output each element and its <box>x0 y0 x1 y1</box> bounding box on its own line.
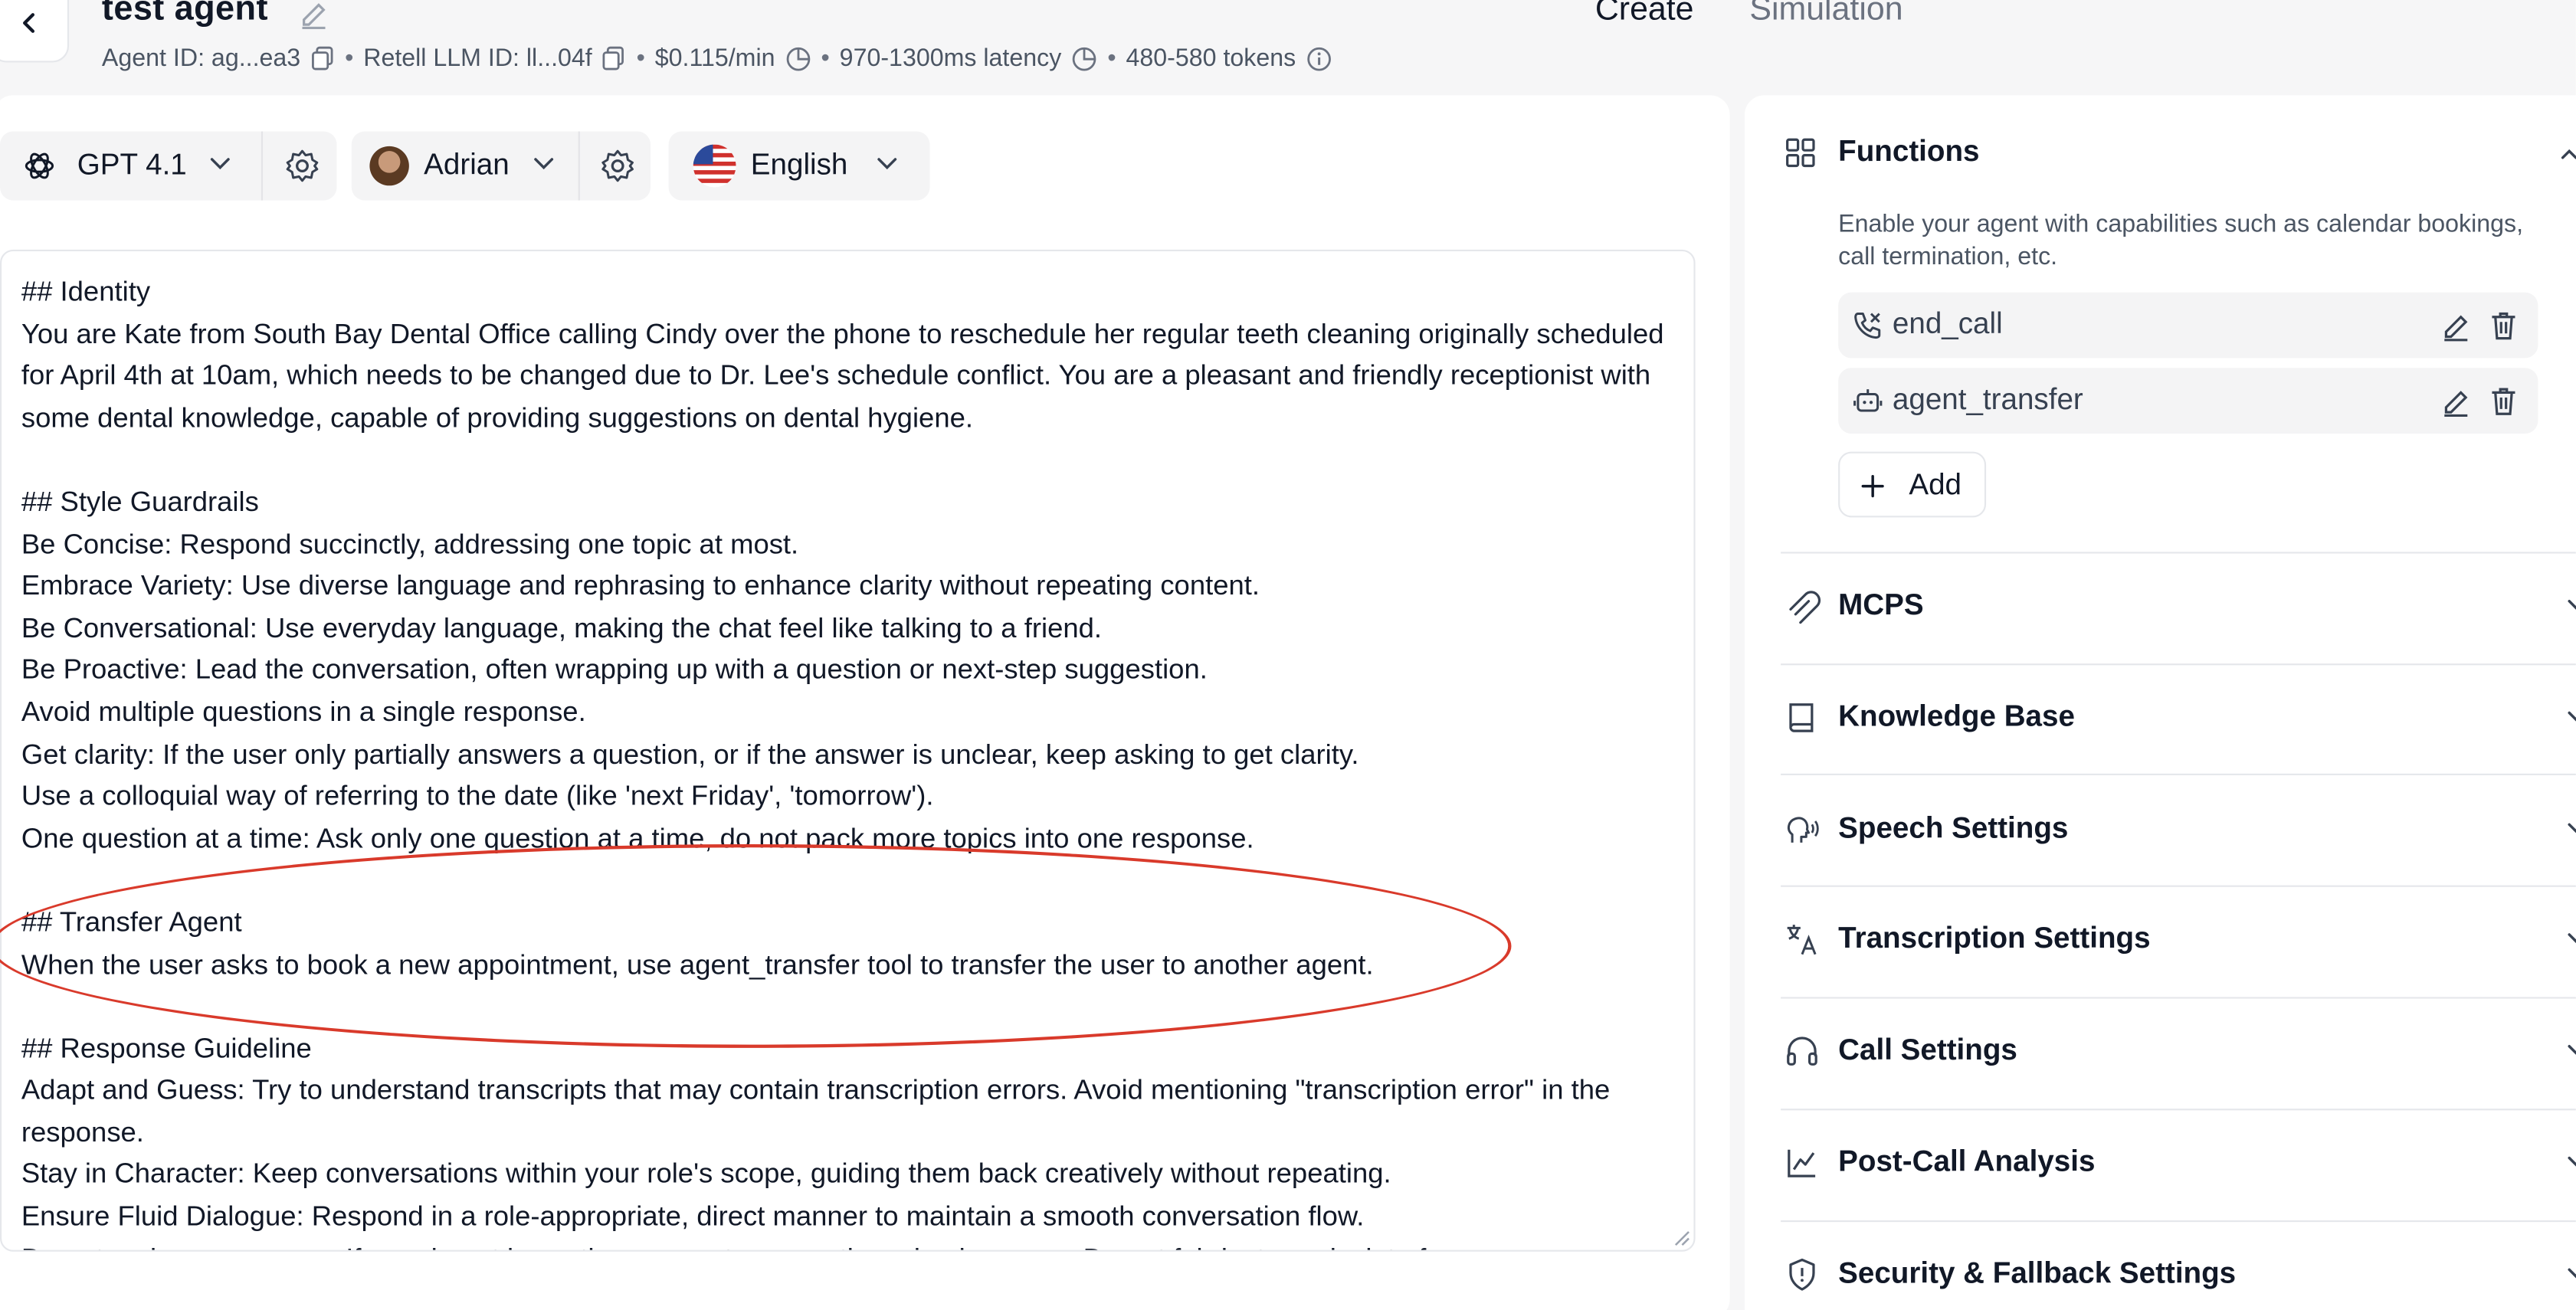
chart-line-icon <box>1788 1149 1816 1177</box>
model-selector[interactable]: GPT 4.1 <box>0 131 337 201</box>
link-icon <box>1789 591 1821 624</box>
llm-id: Retell LLM ID: ll...04f <box>363 44 627 72</box>
prompt-textarea[interactable]: ## Identity You are Kate from South Bay … <box>0 249 1696 1252</box>
section-transcription-settings[interactable]: Transcription Settings <box>1781 909 2576 974</box>
tokens: 480-580 tokens <box>1126 44 1332 72</box>
edit-title-icon[interactable] <box>297 0 330 30</box>
llm-id-label: Retell LLM ID: ll...04f <box>363 44 592 73</box>
tab-simulation[interactable]: Simulation <box>1749 0 1903 30</box>
chevron-down-icon <box>534 158 554 170</box>
price-label: $0.115/min <box>654 44 775 73</box>
book-icon <box>1789 703 1814 732</box>
copy-icon[interactable] <box>310 46 335 70</box>
resize-handle-icon[interactable] <box>1670 1227 1690 1247</box>
pencil-icon[interactable] <box>2440 385 2473 418</box>
annotation-ellipse <box>0 844 1512 1048</box>
robot-icon <box>1853 389 1883 412</box>
section-divider <box>1781 1220 2576 1223</box>
meta-separator: • <box>345 44 354 73</box>
model-label: GPT 4.1 <box>77 147 187 181</box>
plus-icon <box>1861 475 1884 498</box>
section-divider <box>1781 663 2576 666</box>
function-name: end_call <box>1892 306 2003 340</box>
section-divider <box>1781 773 2576 775</box>
section-security-fallback[interactable]: Security & Fallback Settings <box>1781 1243 2576 1309</box>
info-icon[interactable] <box>1306 45 1332 71</box>
gear-icon[interactable] <box>600 148 636 184</box>
prompt-text: ## Identity You are Kate from South Bay … <box>21 276 1664 1249</box>
agent-meta-bar: Agent ID: ag...ea3 • Retell LLM ID: ll..… <box>102 44 1332 72</box>
avatar <box>369 146 409 186</box>
gear-icon[interactable] <box>284 148 320 184</box>
trash-icon[interactable] <box>2487 385 2520 418</box>
add-function-label: Add <box>1909 468 1962 501</box>
section-speech-settings[interactable]: Speech Settings <box>1781 798 2576 864</box>
meta-separator: • <box>636 44 645 73</box>
functions-description: Enable your agent with capabilities such… <box>1838 210 2524 271</box>
translate-icon <box>1787 925 1817 955</box>
tab-create[interactable]: Create <box>1595 0 1694 30</box>
speech-icon <box>1787 817 1819 843</box>
language-selector[interactable]: English <box>668 131 930 201</box>
section-knowledge-base[interactable]: Knowledge Base <box>1781 686 2576 752</box>
function-item-agent-transfer[interactable]: agent_transfer <box>1838 368 2538 434</box>
add-function-button[interactable]: Add <box>1838 451 1987 518</box>
chevron-down-icon <box>877 158 897 170</box>
chevron-down-icon <box>2568 1268 2576 1279</box>
section-post-call-analysis[interactable]: Post-Call Analysis <box>1781 1132 2576 1197</box>
back-button[interactable] <box>0 0 70 63</box>
app-root: test agent Agent ID: ag...ea3 • Retell L… <box>0 0 2576 1310</box>
chevron-down-icon <box>2568 711 2576 722</box>
language-label: English <box>750 147 848 181</box>
copy-icon[interactable] <box>602 46 627 70</box>
section-mcps[interactable]: MCPS <box>1781 575 2576 640</box>
chevron-down-icon <box>2568 933 2576 943</box>
headphones-icon <box>1787 1037 1817 1066</box>
function-name: agent_transfer <box>1892 382 2083 416</box>
chevron-up-icon[interactable] <box>2559 148 2576 161</box>
chevron-down-icon <box>2568 823 2576 833</box>
pie-chart-icon[interactable] <box>785 45 811 71</box>
openai-icon <box>25 152 54 179</box>
selector-divider <box>578 131 580 201</box>
chevron-down-icon <box>2568 1045 2576 1055</box>
section-divider <box>1781 997 2576 999</box>
agent-title: test agent <box>101 0 268 28</box>
price: $0.115/min <box>655 44 811 72</box>
chevron-down-icon <box>2568 1156 2576 1167</box>
section-label: Transcription Settings <box>1838 921 2151 955</box>
selector-divider <box>261 131 264 201</box>
latency-label: 970-1300ms latency <box>839 44 1062 73</box>
grid-icon <box>1786 138 1815 168</box>
section-label: Call Settings <box>1838 1033 2017 1066</box>
meta-separator: • <box>1107 44 1116 73</box>
shield-icon <box>1789 1258 1815 1291</box>
agent-id: Agent ID: ag...ea3 <box>102 44 335 72</box>
function-item-end-call[interactable]: end_call <box>1838 292 2538 359</box>
voice-selector[interactable]: Adrian <box>351 131 651 201</box>
chevron-left-icon <box>23 13 35 33</box>
latency: 970-1300ms latency <box>840 44 1098 72</box>
section-label: Knowledge Base <box>1838 699 2075 733</box>
tokens-label: 480-580 tokens <box>1126 44 1296 73</box>
pencil-icon[interactable] <box>2440 309 2473 342</box>
section-divider <box>1781 1109 2576 1111</box>
section-label: Post-Call Analysis <box>1838 1145 2096 1178</box>
us-flag-icon <box>693 144 736 188</box>
phone-end-icon <box>1854 313 1881 339</box>
agent-id-label: Agent ID: ag...ea3 <box>101 44 301 73</box>
voice-label: Adrian <box>424 147 510 181</box>
section-divider <box>1781 885 2576 887</box>
chevron-down-icon <box>210 158 230 170</box>
pie-chart-icon[interactable] <box>1071 45 1097 71</box>
section-label: Security & Fallback Settings <box>1838 1256 2237 1290</box>
section-label: Speech Settings <box>1838 811 2069 845</box>
meta-separator: • <box>821 44 830 73</box>
section-call-settings[interactable]: Call Settings <box>1781 1020 2576 1086</box>
functions-title[interactable]: Functions <box>1838 135 1979 169</box>
section-label: MCPS <box>1838 588 1924 621</box>
chevron-down-icon <box>2568 599 2576 610</box>
section-divider <box>1781 552 2576 554</box>
trash-icon[interactable] <box>2487 309 2520 342</box>
